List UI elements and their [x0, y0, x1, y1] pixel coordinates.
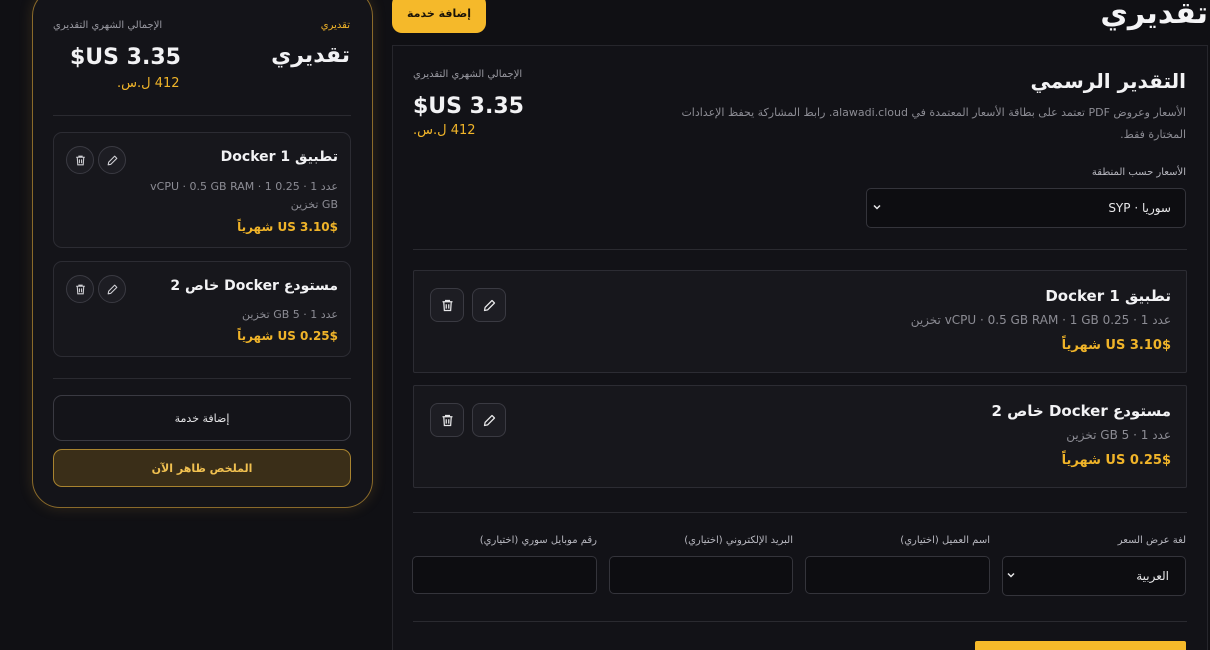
summary-service-name: مستودع Docker خاص 2: [170, 278, 338, 294]
estimate-heading: التقدير الرسمي: [1030, 69, 1186, 93]
delete-service-button[interactable]: [430, 288, 464, 322]
service-name: مستودع Docker خاص 2: [991, 402, 1171, 420]
summary-service-item: تطبيق Docker 1 عدد 1 · 0.25 vCPU · 0.5 G…: [53, 132, 351, 248]
main-monthly-label: الإجمالي الشهري التقديري: [413, 69, 523, 80]
official-estimate-panel: التقدير الرسمي الأسعار وعروض PDF تعتمد ع…: [392, 45, 1208, 650]
summary-service-detail: عدد 1 · 5 GB تخزين: [242, 308, 338, 321]
language-label: لغة عرض السعر: [1117, 535, 1186, 546]
trash-icon: [75, 155, 85, 165]
pencil-icon: [483, 299, 495, 311]
delete-service-button[interactable]: [66, 146, 94, 174]
language-value: العربية: [1136, 569, 1169, 583]
service-name: تطبيق Docker 1: [1045, 287, 1171, 305]
main-divider: [413, 621, 1187, 622]
service-price: $US 3.10 شهرياً: [1061, 338, 1171, 353]
client-name-input[interactable]: [805, 556, 990, 594]
chevron-down-icon: [871, 201, 883, 216]
summary-divider: [53, 115, 351, 116]
service-detail: عدد 1 · 5 GB تخزين: [1066, 428, 1171, 442]
delete-service-button[interactable]: [430, 403, 464, 437]
edit-service-button[interactable]: [472, 403, 506, 437]
edit-service-button[interactable]: [98, 275, 126, 303]
summary-add-service-button[interactable]: إضافة خدمة: [53, 395, 351, 441]
pencil-icon: [483, 414, 495, 426]
summary-service-price: $US 0.25 شهرياً: [237, 329, 338, 343]
main-total-syp: 412 ل.س.: [413, 123, 476, 138]
language-select[interactable]: العربية: [1002, 556, 1186, 596]
summary-tag: تقديري: [320, 20, 350, 31]
mobile-input[interactable]: [412, 556, 597, 594]
summary-total-usd: $US 3.35: [70, 45, 181, 70]
summary-card: تقديري تقديري الإجمالي الشهري التقديري $…: [32, 0, 373, 508]
mobile-label: رقم موبايل سوري (اختياري): [479, 535, 597, 546]
summary-service-price: $US 3.10 شهرياً: [237, 220, 338, 234]
trash-icon: [442, 299, 452, 311]
estimate-description: الأسعار وعروض PDF تعتمد على بطاقة الأسعا…: [681, 106, 1186, 141]
pencil-icon: [107, 284, 117, 294]
summary-total-syp: 412 ل.س.: [117, 76, 180, 91]
edit-service-button[interactable]: [98, 146, 126, 174]
email-label: البريد الإلكتروني (اختياري): [684, 535, 793, 546]
main-total-usd: $US 3.35: [413, 94, 524, 119]
trash-icon: [75, 284, 85, 294]
service-row: مستودع Docker خاص 2 عدد 1 · 5 GB تخزين $…: [413, 385, 1187, 488]
summary-service-detail: GB تخزين: [290, 198, 338, 211]
main-divider: [413, 512, 1187, 513]
service-detail: عدد 1 · 0.25 vCPU · 0.5 GB RAM · 1 GB تخ…: [910, 313, 1171, 327]
summary-divider: [53, 378, 351, 379]
summary-service-item: مستودع Docker خاص 2 عدد 1 · 5 GB تخزين $…: [53, 261, 351, 357]
service-row: تطبيق Docker 1 عدد 1 · 0.25 vCPU · 0.5 G…: [413, 270, 1187, 373]
summary-title: تقديري: [271, 43, 350, 68]
primary-action-button[interactable]: [975, 641, 1186, 650]
client-name-label: اسم العميل (اختياري): [900, 535, 990, 546]
summary-visible-toggle[interactable]: الملخص ظاهر الآن: [53, 449, 351, 487]
page-title: تقديري: [1100, 0, 1208, 31]
summary-service-detail: عدد 1 · 0.25 vCPU · 0.5 GB RAM · 1: [150, 180, 338, 193]
trash-icon: [442, 414, 452, 426]
edit-service-button[interactable]: [472, 288, 506, 322]
email-input[interactable]: [609, 556, 793, 594]
service-price: $US 0.25 شهرياً: [1061, 453, 1171, 468]
delete-service-button[interactable]: [66, 275, 94, 303]
chevron-down-icon: [1005, 569, 1017, 584]
summary-service-name: تطبيق Docker 1: [220, 149, 338, 165]
add-service-button[interactable]: إضافة خدمة: [392, 0, 486, 33]
main-divider: [413, 249, 1187, 250]
region-value: سوريا · SYP: [1108, 201, 1171, 215]
region-select[interactable]: سوريا · SYP: [866, 188, 1186, 228]
region-label: الأسعار حسب المنطقة: [1091, 167, 1186, 178]
pencil-icon: [107, 155, 117, 165]
summary-monthly-label: الإجمالي الشهري التقديري: [53, 20, 163, 31]
